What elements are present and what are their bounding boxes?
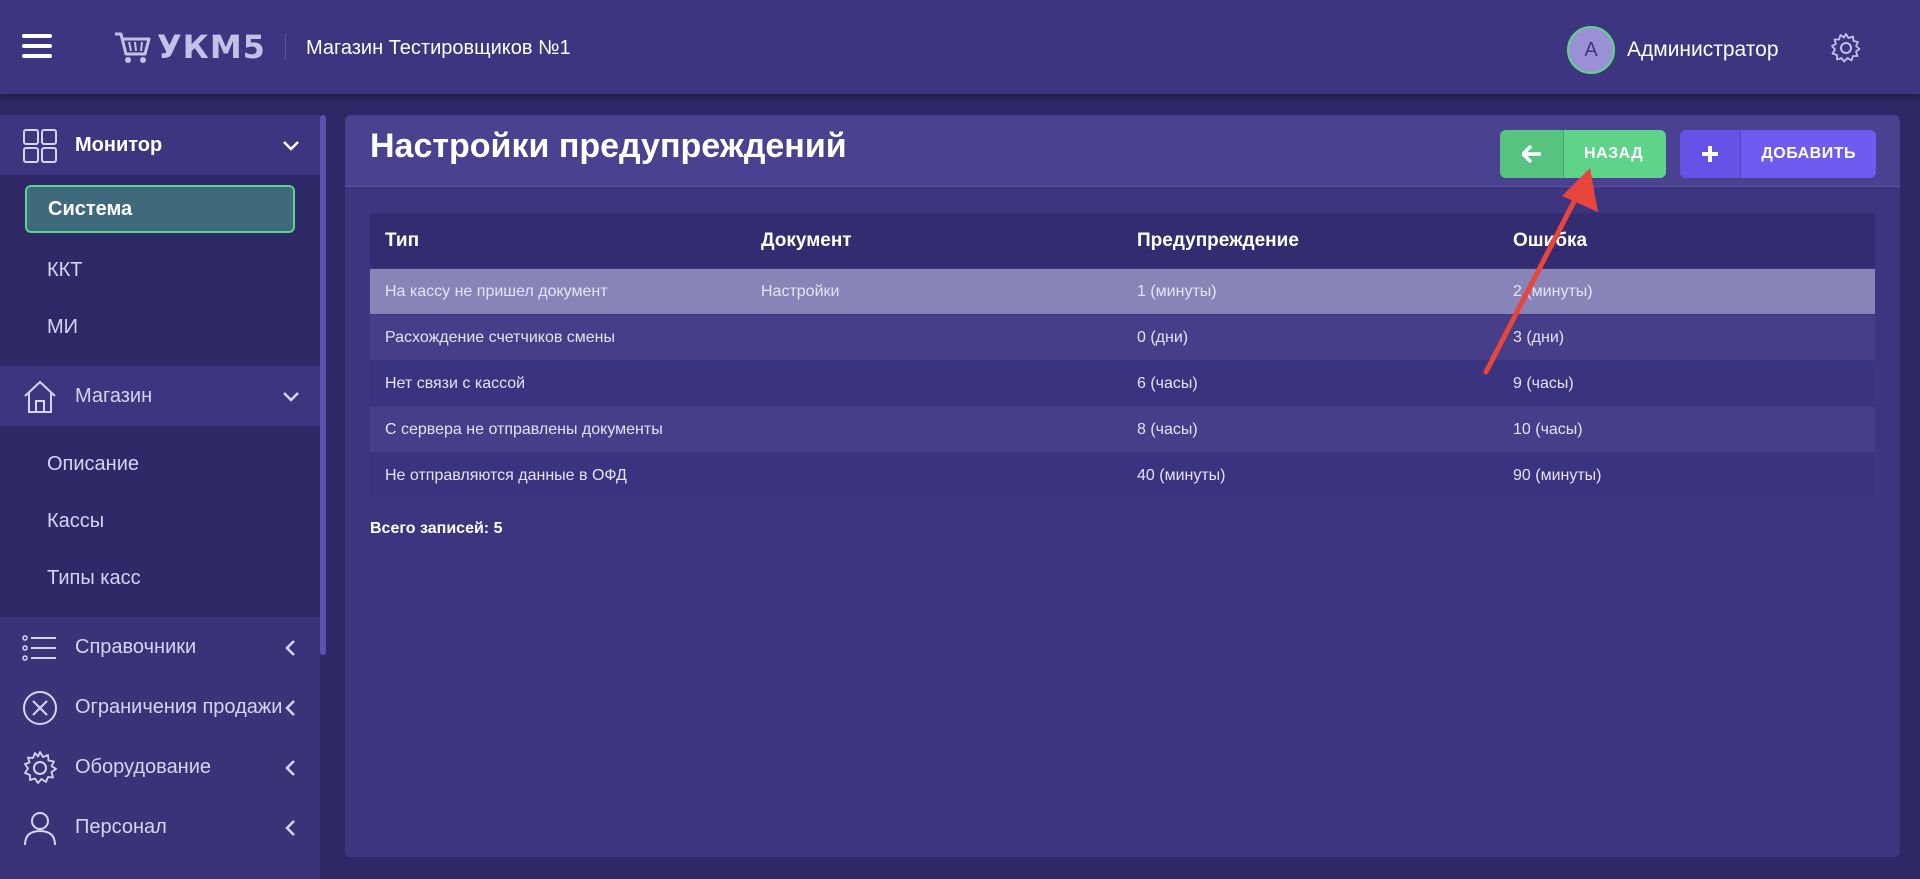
cell-warning: 0 (дни)	[1137, 328, 1189, 346]
chevron-down-icon	[283, 141, 299, 151]
sidebar: Монитор Система ККТ МИ Магазин Описание …	[0, 115, 320, 879]
home-icon	[24, 380, 56, 413]
settings-gear-icon[interactable]	[1830, 32, 1862, 64]
cell-warning: 1 (минуты)	[1137, 282, 1217, 300]
page-header: Настройки предупреждений НАЗАД ДОБАВИТЬ	[345, 115, 1900, 187]
sidebar-section-store[interactable]: Магазин	[0, 366, 320, 426]
store-submenu: Описание Кассы Типы касс	[0, 426, 320, 617]
chevron-left-icon	[285, 640, 295, 656]
gear-icon	[24, 751, 57, 784]
table-row[interactable]: Нет связи с кассой 6 (часы) 9 (часы)	[370, 360, 1875, 406]
cell-warning: 8 (часы)	[1137, 420, 1198, 438]
cell-type: На кассу не пришел документ	[385, 282, 608, 300]
cell-error: 9 (часы)	[1513, 374, 1574, 392]
table-row[interactable]: С сервера не отправлены документы 8 (час…	[370, 406, 1875, 452]
arrow-left-icon	[1500, 130, 1564, 178]
column-header-type[interactable]: Тип	[370, 230, 746, 252]
add-button[interactable]: ДОБАВИТЬ	[1680, 130, 1876, 178]
sidebar-section-label: Ограничения продажи	[75, 695, 283, 718]
chevron-left-icon	[285, 760, 295, 776]
chevron-down-icon	[283, 392, 299, 402]
table-header: Тип Документ Предупреждение Ошибка	[370, 213, 1875, 268]
cell-type: С сервера не отправлены документы	[385, 420, 663, 438]
main-panel: Настройки предупреждений НАЗАД ДОБАВИТЬ …	[345, 115, 1900, 857]
warnings-table: Тип Документ Предупреждение Ошибка На ка…	[370, 213, 1875, 498]
back-button[interactable]: НАЗАД	[1500, 130, 1666, 178]
sidebar-section-directories[interactable]: Справочники	[0, 617, 320, 677]
menu-icon[interactable]	[22, 34, 52, 58]
list-icon	[22, 635, 56, 661]
cell-document: Настройки	[761, 282, 840, 300]
column-header-document[interactable]: Документ	[746, 230, 1122, 252]
sidebar-section-label: Справочники	[75, 635, 197, 658]
sidebar-item-description[interactable]: Описание	[0, 436, 320, 493]
app-logo[interactable]: УКМ5	[113, 28, 266, 66]
records-total: Всего записей: 5	[370, 520, 503, 537]
back-button-label: НАЗАД	[1584, 145, 1644, 162]
sidebar-item-register-types[interactable]: Типы касс	[0, 550, 320, 607]
cell-warning: 6 (часы)	[1137, 374, 1198, 392]
column-header-warning[interactable]: Предупреждение	[1122, 230, 1498, 252]
restriction-icon	[23, 691, 57, 725]
add-button-label: ДОБАВИТЬ	[1761, 145, 1856, 162]
sidebar-section-staff[interactable]: Персонал	[0, 797, 320, 857]
monitor-submenu: Система ККТ МИ	[0, 175, 320, 366]
table-row[interactable]: Не отправляются данные в ОФД 40 (минуты)…	[370, 452, 1875, 498]
plus-icon	[1680, 130, 1742, 178]
cell-error: 90 (минуты)	[1513, 466, 1602, 484]
table-row[interactable]: Расхождение счетчиков смены 0 (дни) 3 (д…	[370, 314, 1875, 360]
avatar[interactable]: А	[1567, 26, 1615, 74]
username[interactable]: Администратор	[1627, 38, 1779, 62]
cell-type: Нет связи с кассой	[385, 374, 526, 392]
topbar-divider	[285, 34, 286, 60]
sidebar-section-equipment[interactable]: Оборудование	[0, 737, 320, 797]
chevron-left-icon	[285, 700, 295, 716]
sidebar-scrollbar[interactable]	[320, 115, 326, 655]
logo-text: УКМ5	[157, 28, 266, 66]
cell-error: 3 (дни)	[1513, 328, 1565, 346]
sidebar-item-cash-registers[interactable]: Кассы	[0, 493, 320, 550]
sidebar-item-mi[interactable]: МИ	[0, 299, 320, 356]
monitor-icon	[23, 129, 57, 163]
chevron-left-icon	[285, 820, 295, 836]
cell-type: Расхождение счетчиков смены	[385, 328, 616, 346]
sidebar-section-label: Персонал	[75, 815, 167, 838]
cell-error: 2 (минуты)	[1513, 282, 1593, 300]
cart-icon	[115, 32, 151, 63]
table-row[interactable]: На кассу не пришел документ Настройки 1 …	[370, 268, 1875, 314]
cell-type: Не отправляются данные в ОФД	[385, 466, 627, 484]
sidebar-section-monitor[interactable]: Монитор	[0, 115, 320, 175]
sidebar-section-label: Оборудование	[75, 755, 212, 778]
store-name[interactable]: Магазин Тестировщиков №1	[306, 37, 571, 60]
sidebar-section-label: Монитор	[75, 133, 163, 156]
sidebar-section-sale-restrictions[interactable]: Ограничения продажи	[0, 677, 320, 737]
user-icon	[24, 812, 56, 846]
column-header-error[interactable]: Ошибка	[1498, 230, 1875, 252]
cell-warning: 40 (минуты)	[1137, 466, 1226, 484]
sidebar-item-system[interactable]: Система	[25, 185, 295, 233]
sidebar-item-kkt[interactable]: ККТ	[0, 242, 320, 299]
page-title: Настройки предупреждений	[370, 127, 847, 165]
top-bar: УКМ5 Магазин Тестировщиков №1 А Админист…	[0, 0, 1920, 94]
sidebar-section-label: Магазин	[75, 384, 153, 407]
cell-error: 10 (часы)	[1513, 420, 1583, 438]
